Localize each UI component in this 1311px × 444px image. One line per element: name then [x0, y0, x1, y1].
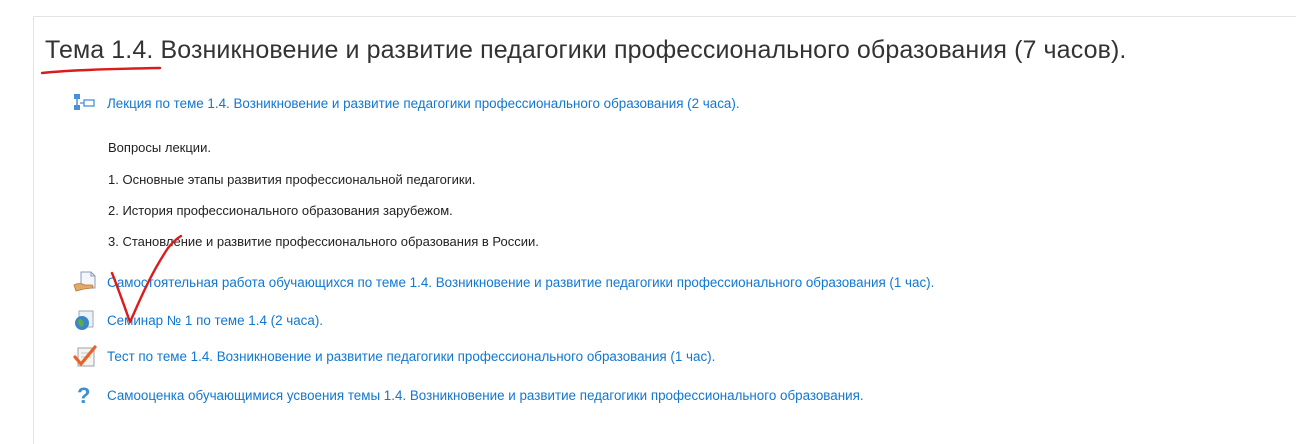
- assignment-icon: [73, 270, 101, 294]
- lecture-summary-heading: Вопросы лекции.: [108, 140, 211, 155]
- course-section-frame: [33, 16, 1296, 444]
- activity-seminar[interactable]: Семинар № 1 по теме 1.4 (2 часа).: [73, 306, 323, 334]
- quiz-icon: [73, 344, 101, 368]
- lecture-summary-item: 2. История профессионального образования…: [108, 203, 453, 218]
- activity-assignment-link[interactable]: Самостоятельная работа обучающихся по те…: [107, 275, 934, 290]
- svg-text:?: ?: [77, 383, 90, 407]
- question-icon: ?: [73, 383, 101, 407]
- activity-self-assessment-link[interactable]: Самооценка обучающимися усвоения темы 1.…: [107, 388, 864, 403]
- section-title: Тема 1.4. Возникновение и развитие педаг…: [45, 36, 1127, 64]
- lecture-summary-item: 3. Становление и развитие профессиональн…: [108, 234, 539, 249]
- activity-lecture-link[interactable]: Лекция по теме 1.4. Возникновение и разв…: [107, 96, 740, 111]
- activity-assignment[interactable]: Самостоятельная работа обучающихся по те…: [73, 268, 934, 296]
- activity-quiz-link[interactable]: Тест по теме 1.4. Возникновение и развит…: [107, 349, 715, 364]
- activity-self-assessment[interactable]: ? Самооценка обучающимися усвоения темы …: [73, 381, 864, 409]
- book-icon: [73, 91, 101, 115]
- activity-quiz[interactable]: Тест по теме 1.4. Возникновение и развит…: [73, 342, 715, 370]
- globe-icon: [73, 308, 101, 332]
- activity-lecture[interactable]: Лекция по теме 1.4. Возникновение и разв…: [73, 89, 740, 117]
- lecture-summary-item: 1. Основные этапы развития профессиональ…: [108, 172, 476, 187]
- activity-seminar-link[interactable]: Семинар № 1 по теме 1.4 (2 часа).: [107, 313, 323, 328]
